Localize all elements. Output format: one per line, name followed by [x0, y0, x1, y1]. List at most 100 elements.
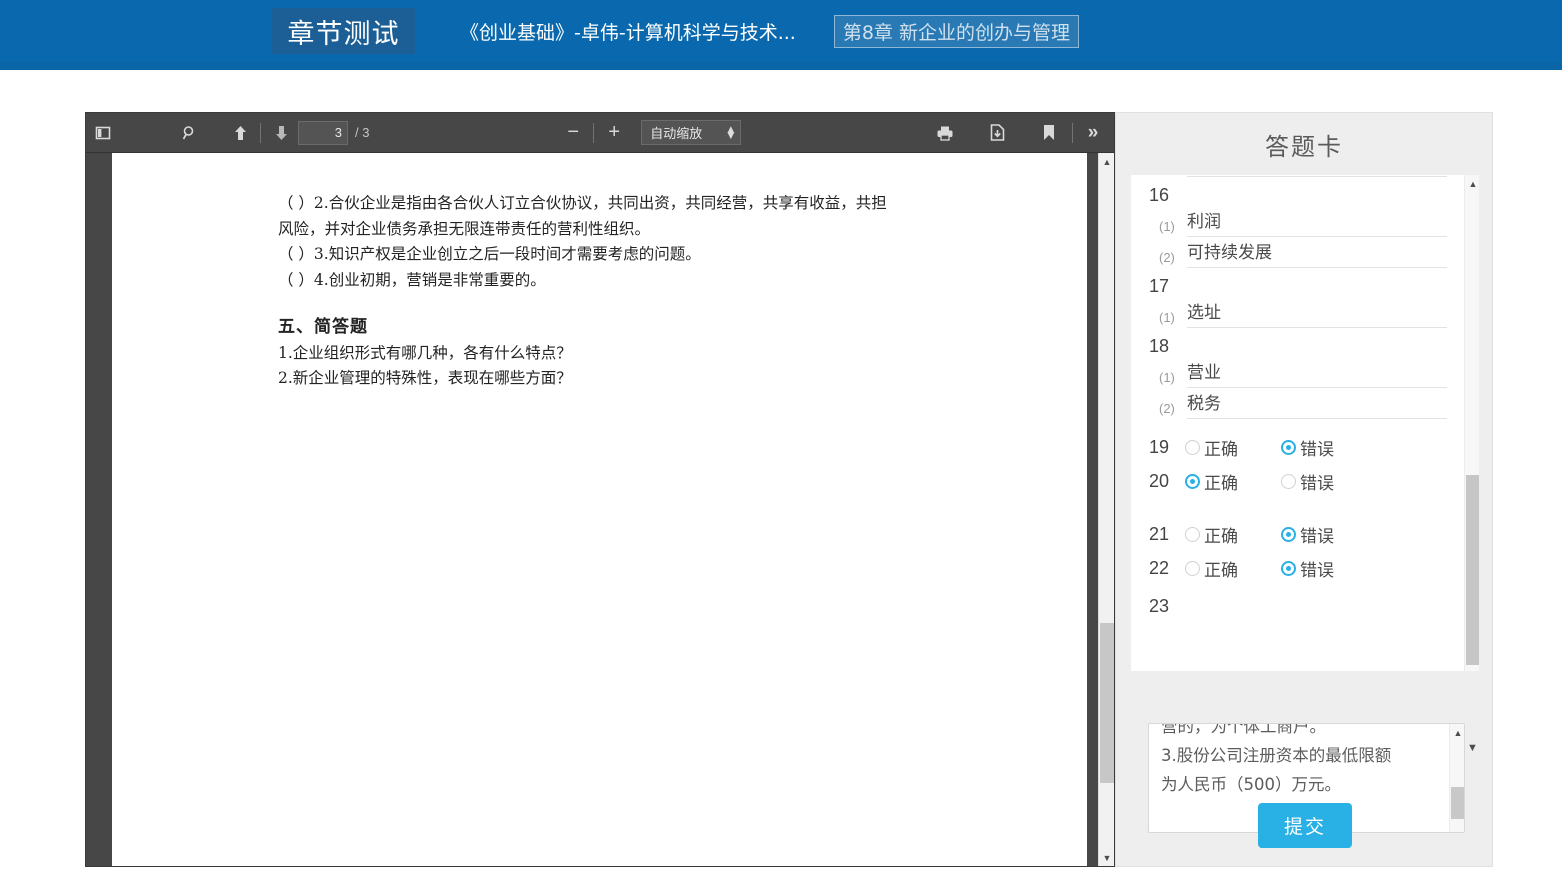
pdf-page-area: （ ）2.合伙企业是指由各合伙人订立合伙协议，共同出资，共同经营，共享有收益，共…: [86, 153, 1114, 866]
question-number: 21: [1149, 524, 1170, 544]
blank-value[interactable]: 营业: [1187, 359, 1447, 388]
arrow-down-icon[interactable]: [266, 120, 296, 146]
tf-option-true[interactable]: 正确: [1185, 556, 1271, 581]
scroll-up-arrow-icon[interactable]: ▲: [1450, 724, 1464, 741]
tf-option-true[interactable]: 正确: [1185, 435, 1271, 460]
pdf-scroll-thumb[interactable]: [1100, 623, 1114, 783]
radio-button[interactable]: [1185, 440, 1200, 455]
tf-option-false[interactable]: 错误: [1281, 522, 1367, 547]
answer-blank-row[interactable]: (2) 可持续发展: [1149, 239, 1447, 268]
tf-option-label: 错误: [1300, 474, 1334, 494]
question-number: 20: [1149, 471, 1170, 491]
zoom-out-button[interactable]: −: [558, 120, 588, 146]
question-number: 19: [1149, 437, 1170, 457]
blank-index: (2): [1159, 250, 1175, 265]
radio-button[interactable]: [1281, 474, 1296, 489]
submit-area: 提交: [1116, 803, 1494, 848]
radio-button[interactable]: [1185, 527, 1200, 542]
answer-card-scroll-area[interactable]: (1) 16 (1) 利润 (2) 可持续发展 17 (1): [1131, 175, 1479, 671]
pdf-line: 风险，并对企业债务承担无限连带责任的营利性组织。: [278, 219, 651, 238]
blank-index: (1): [1159, 175, 1187, 177]
answer-tf-row: 20 正确 错误: [1149, 469, 1447, 494]
pdf-line: （ ）3.知识产权是企业创立之后一段时间才需要考虑的问题。: [278, 245, 701, 263]
tf-option-false[interactable]: 错误: [1281, 469, 1367, 494]
blank-value[interactable]: 税务: [1187, 390, 1447, 419]
blank-value[interactable]: 可持续发展: [1187, 239, 1447, 268]
answer-question-block: 16 (1) 利润 (2) 可持续发展: [1149, 179, 1447, 268]
tf-option-true[interactable]: 正确: [1185, 522, 1271, 547]
essay-answer-text[interactable]: 营的，为个体工商户。 3.股份公司注册资本的最低限额 为人民币（500）万元。: [1149, 724, 1439, 809]
pdf-line: （ ）2.合伙企业是指由各合伙人订立合伙协议，共同出资，共同经营，共享有收益，共…: [278, 194, 887, 212]
answer-question-block: 17 (1) 选址: [1149, 270, 1447, 328]
answer-blank-row[interactable]: (1) 利润: [1149, 208, 1447, 237]
blank-value[interactable]: 选址: [1187, 299, 1447, 328]
zoom-in-button[interactable]: +: [599, 120, 629, 146]
pdf-toolbar: / 3 − + 自动缩放 ▲▼ »: [86, 113, 1114, 153]
pdf-page-3: （ ）2.合伙企业是指由各合伙人订立合伙协议，共同出资，共同经营，共享有收益，共…: [112, 153, 1087, 866]
tf-option-label: 正确: [1204, 474, 1238, 494]
pdf-line: 2.新企业管理的特殊性，表现在哪些方面？: [278, 369, 572, 387]
tf-option-false[interactable]: 错误: [1281, 435, 1367, 460]
tf-option-label: 错误: [1300, 561, 1334, 581]
answer-blank-row[interactable]: (1): [1149, 175, 1447, 177]
answer-tf-row: 19 正确 错误: [1149, 435, 1447, 460]
question-number: 22: [1149, 558, 1170, 578]
scroll-up-arrow-icon[interactable]: ▲: [1465, 175, 1479, 192]
pdf-section-heading: 五、简答题: [278, 317, 368, 337]
bookmark-icon[interactable]: [1034, 120, 1064, 146]
blank-index: (2): [1159, 401, 1175, 416]
answer-tf-row: 22 正确 错误: [1149, 556, 1447, 581]
blank-value[interactable]: [1187, 175, 1447, 177]
scroll-down-arrow-icon[interactable]: ▼: [1099, 849, 1115, 866]
pdf-viewer: / 3 − + 自动缩放 ▲▼ »: [85, 112, 1115, 867]
download-icon[interactable]: [982, 120, 1012, 146]
tf-option-label: 正确: [1204, 527, 1238, 547]
blank-index: (1): [1159, 370, 1175, 385]
tf-option-true[interactable]: 正确: [1185, 469, 1271, 494]
pdf-text-layer: （ ）2.合伙企业是指由各合伙人订立合伙协议，共同出资，共同经营，共享有收益，共…: [278, 191, 1038, 392]
pdf-line: 1.企业组织形式有哪几种，各有什么特点？: [278, 343, 572, 362]
course-title: 《创业基础》-卓伟-计算机科学与技术...: [460, 21, 796, 44]
answer-scroll-thumb[interactable]: [1466, 475, 1479, 665]
tf-option-label: 错误: [1300, 440, 1334, 460]
submit-button[interactable]: 提交: [1257, 803, 1352, 848]
tf-option-label: 正确: [1204, 561, 1238, 581]
radio-button[interactable]: [1185, 561, 1200, 576]
answer-card-scrollbar[interactable]: ▲: [1464, 175, 1479, 671]
question-number: 23: [1149, 596, 1170, 616]
scroll-down-arrow-icon[interactable]: ▼: [1467, 742, 1478, 754]
header-underline: [0, 62, 1562, 70]
sidebar-toggle-icon[interactable]: [88, 120, 118, 146]
radio-button[interactable]: [1281, 440, 1296, 455]
answer-blank-row[interactable]: (1) 选址: [1149, 299, 1447, 328]
answer-card-title: 答题卡: [1265, 132, 1343, 161]
blank-value[interactable]: 利润: [1187, 208, 1447, 237]
page-total-label: / 3: [355, 125, 370, 140]
tf-option-label: 正确: [1204, 440, 1238, 460]
question-number: 18: [1149, 336, 1170, 356]
radio-button[interactable]: [1185, 474, 1200, 489]
search-icon[interactable]: [175, 120, 205, 146]
app-header: 章节测试 《创业基础》-卓伟-计算机科学与技术... 第8章 新企业的创办与管理: [0, 0, 1562, 62]
page-number-input[interactable]: [298, 120, 348, 145]
print-icon[interactable]: [930, 120, 960, 146]
answer-question-block: 18 (1) 营业 (2) 税务: [1149, 330, 1447, 419]
chevron-updown-icon: ▲ ▼: [727, 124, 735, 141]
app-logo: 章节测试: [272, 8, 415, 54]
answer-question-block: 23: [1149, 590, 1447, 617]
radio-button[interactable]: [1281, 527, 1296, 542]
zoom-level-select[interactable]: 自动缩放 ▲ ▼: [641, 120, 742, 145]
blank-index: (1): [1159, 219, 1175, 234]
answer-blank-row[interactable]: (2) 税务: [1149, 390, 1447, 419]
arrow-up-icon[interactable]: [225, 120, 255, 146]
zoom-level-value: 自动缩放: [650, 127, 703, 142]
answer-tf-row: 21 正确 错误: [1149, 522, 1447, 547]
tf-option-label: 错误: [1300, 527, 1334, 547]
answer-blank-row[interactable]: (1) 营业: [1149, 359, 1447, 388]
scroll-up-arrow-icon[interactable]: ▲: [1099, 153, 1115, 170]
pdf-line: （ ）4.创业初期，营销是非常重要的。: [278, 270, 546, 289]
more-tools-button[interactable]: »: [1078, 120, 1108, 146]
tf-option-false[interactable]: 错误: [1281, 556, 1367, 581]
radio-button[interactable]: [1281, 561, 1296, 576]
pdf-vertical-scrollbar[interactable]: ▲ ▼: [1098, 153, 1114, 866]
